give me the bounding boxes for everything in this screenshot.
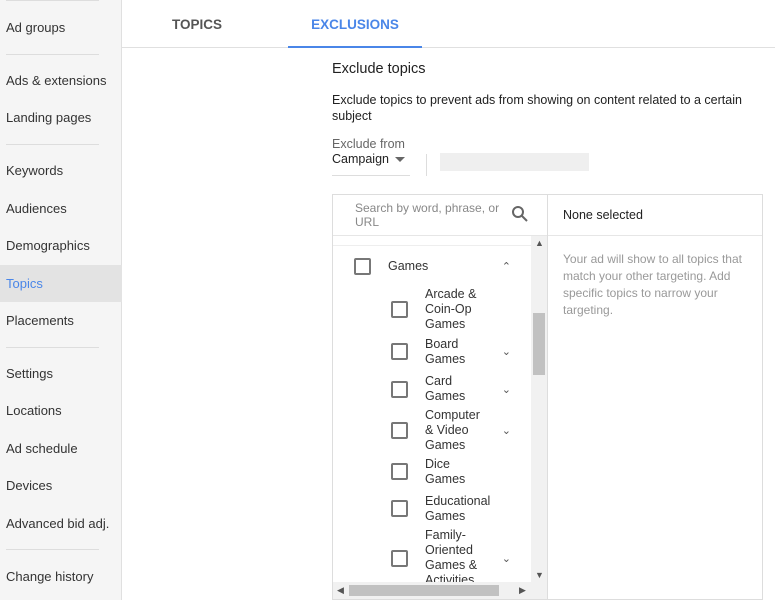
- sidebar-item-ads-extensions[interactable]: Ads & extensions: [0, 62, 122, 99]
- sidebar-item-landing-pages[interactable]: Landing pages: [0, 99, 122, 136]
- checkbox[interactable]: [354, 258, 371, 275]
- scroll-left-icon[interactable]: ◀: [337, 585, 344, 596]
- checkbox[interactable]: [391, 463, 408, 480]
- sidebar-item-settings[interactable]: Settings: [0, 355, 122, 392]
- dropdown-value: Campaign: [332, 152, 389, 166]
- hint-text: Your ad will show to all topics that mat…: [563, 252, 742, 317]
- search-icon[interactable]: [511, 205, 529, 223]
- tree-item-games[interactable]: Games ⌃: [333, 246, 531, 285]
- placeholder-bar: [440, 153, 589, 171]
- tab-bar: TOPICS EXCLUSIONS: [122, 0, 775, 48]
- sidebar-item-ad-schedule[interactable]: Ad schedule: [0, 430, 122, 467]
- sidebar-item-locations[interactable]: Locations: [0, 392, 122, 429]
- chevron-down-icon[interactable]: ⌄: [502, 552, 511, 565]
- tree-item[interactable]: Dice Games: [333, 453, 531, 490]
- caret-down-icon: [394, 157, 405, 163]
- chevron-down-icon[interactable]: ⌄: [502, 383, 511, 396]
- sidebar-item-topics[interactable]: Topics: [0, 265, 122, 302]
- checkbox[interactable]: [391, 380, 408, 398]
- exclude-from-label: Exclude from: [332, 137, 405, 151]
- scroll-down-icon[interactable]: ▼: [535, 570, 544, 580]
- scroll-up-icon[interactable]: ▲: [535, 238, 544, 248]
- tree-item[interactable]: Family-Oriented Games & Activities ⌄: [333, 527, 531, 589]
- chevron-down-icon[interactable]: ⌄: [502, 345, 511, 358]
- exclude-from-dropdown[interactable]: Campaign: [332, 152, 410, 176]
- tree-item[interactable]: Arcade & Coin-Op Games: [333, 285, 531, 333]
- scrollbar-thumb[interactable]: [533, 313, 545, 375]
- tree-item[interactable]: Educational Games: [333, 490, 531, 527]
- sidebar-item-advanced-bid-adj[interactable]: Advanced bid adj.: [0, 505, 122, 542]
- search-input[interactable]: Search by word, phrase, or URL: [333, 195, 547, 236]
- main-panel: Exclude topics Exclude topics to prevent…: [332, 48, 775, 600]
- divider: [6, 144, 99, 145]
- sidebar-item-change-history[interactable]: Change history: [0, 558, 122, 595]
- topic-picker: Search by word, phrase, or URL Games ⌃ A…: [332, 194, 763, 600]
- checkbox[interactable]: [391, 549, 408, 567]
- sidebar-item-placements[interactable]: Placements: [0, 302, 122, 339]
- selected-panel: None selected Your ad will show to all t…: [548, 195, 762, 599]
- chevron-up-icon[interactable]: ⌃: [502, 260, 511, 273]
- sidebar-item-ad-groups[interactable]: Ad groups: [0, 9, 122, 46]
- divider: [426, 154, 427, 176]
- tab-topics[interactable]: TOPICS: [142, 0, 252, 48]
- vertical-scrollbar[interactable]: ▲ ▼: [531, 236, 547, 582]
- scroll-right-icon[interactable]: ▶: [519, 585, 526, 596]
- tab-exclusions[interactable]: EXCLUSIONS: [288, 0, 422, 48]
- tree-item[interactable]: Computer & Video Games ⌄: [333, 408, 531, 453]
- horizontal-scrollbar[interactable]: ◀ ▶: [333, 582, 547, 599]
- tree-item[interactable]: Board Games ⌄: [333, 333, 531, 370]
- description: Exclude topics to prevent ads from showi…: [332, 93, 742, 123]
- divider: [6, 549, 99, 550]
- divider: [6, 347, 99, 348]
- sidebar-item-audiences[interactable]: Audiences: [0, 190, 122, 227]
- tree-item[interactable]: Card Games ⌄: [333, 370, 531, 408]
- sidebar-item-keywords[interactable]: Keywords: [0, 152, 122, 189]
- divider: [6, 0, 99, 1]
- checkbox[interactable]: [391, 300, 408, 318]
- divider: [6, 54, 99, 55]
- scrollbar-thumb[interactable]: [349, 585, 499, 596]
- topic-tree: Games ⌃ Arcade & Coin-Op Games Board Gam…: [333, 245, 531, 589]
- sidebar-item-demographics[interactable]: Demographics: [0, 227, 122, 264]
- checkbox[interactable]: [391, 343, 408, 360]
- sidebar-item-devices[interactable]: Devices: [0, 467, 122, 504]
- chevron-down-icon[interactable]: ⌄: [502, 424, 511, 437]
- page-title: Exclude topics: [332, 61, 426, 77]
- checkbox[interactable]: [391, 422, 408, 439]
- none-selected: None selected: [548, 195, 762, 236]
- search-placeholder: Search by word, phrase, or URL: [355, 201, 500, 229]
- sidebar: Ad groups Ads & extensions Landing pages…: [0, 0, 122, 600]
- checkbox[interactable]: [391, 500, 408, 517]
